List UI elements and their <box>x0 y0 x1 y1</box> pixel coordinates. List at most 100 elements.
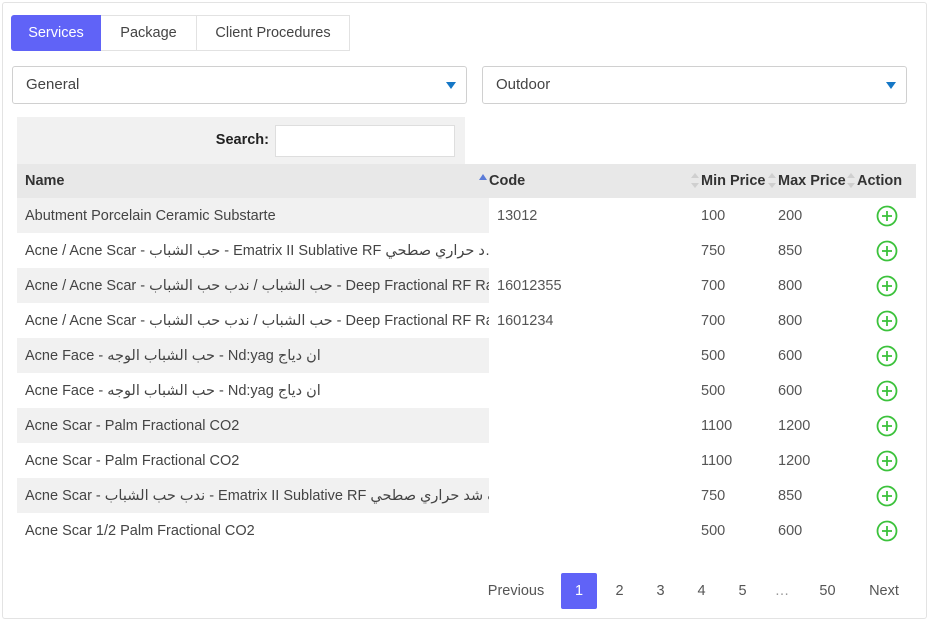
service-max-price: 850 <box>778 487 803 504</box>
table-row: Acne / Acne Scar - حب الشباب / ندب حب ال… <box>17 303 916 338</box>
service-max-price: 200 <box>778 207 803 224</box>
action-cell <box>857 198 916 233</box>
action-cell <box>857 478 916 513</box>
add-service-plus-circle-icon[interactable] <box>876 310 898 332</box>
sort-icon <box>768 173 776 189</box>
service-max-price: 600 <box>778 382 803 399</box>
add-service-plus-circle-icon[interactable] <box>876 345 898 367</box>
service-code <box>489 233 701 268</box>
add-service-plus-circle-icon[interactable] <box>876 380 898 402</box>
add-service-plus-circle-icon[interactable] <box>876 520 898 542</box>
table-header-row: Name Code Min Price Max Price Action <box>17 164 916 198</box>
page-4[interactable]: 4 <box>681 573 722 609</box>
service-min-price: 1100 <box>701 452 733 469</box>
table-row: Abutment Porcelain Ceramic Substarte 1301… <box>17 198 916 233</box>
service-min-price: 100 <box>701 207 726 224</box>
pagination-next[interactable]: Next <box>854 573 914 609</box>
column-header-min-price-label: Min Price <box>701 173 766 189</box>
add-service-plus-circle-icon[interactable] <box>876 485 898 507</box>
tab-services[interactable]: Services <box>11 15 101 51</box>
search-label: Search: <box>215 132 269 148</box>
service-max-price: 600 <box>778 522 803 539</box>
action-cell <box>857 303 916 338</box>
service-name: Acne Face - حب الشباب الوجه - Nd:yag ان … <box>17 338 489 373</box>
tab-bar: Services Package Client Procedures <box>11 15 350 51</box>
service-code: 1601234 <box>497 312 554 329</box>
column-header-max-price[interactable]: Max Price <box>778 164 857 198</box>
service-name: Acne / Acne Scar - حب الشباب / ندب حب ال… <box>17 268 489 303</box>
service-min-price: 700 <box>701 312 726 329</box>
action-cell <box>857 513 916 548</box>
service-name: Acne Face - حب الشباب الوجه - Nd:yag ان … <box>17 373 489 408</box>
service-min-price: 750 <box>701 487 726 504</box>
service-max-price: 1200 <box>778 452 811 469</box>
service-name: Acne Scar - Palm Fractional CO2 <box>17 408 489 443</box>
column-header-action: Action <box>857 164 916 198</box>
column-header-max-price-label: Max Price <box>778 173 846 189</box>
table-row: Acne Face - حب الشباب الوجه - Nd:yag ان … <box>17 373 916 408</box>
services-table: Name Code Min Price Max Price Action Abu… <box>17 164 916 548</box>
service-min-price: 500 <box>701 347 726 364</box>
service-max-price: 600 <box>778 347 803 364</box>
category-select-value: General <box>26 76 80 93</box>
action-cell <box>857 408 916 443</box>
action-cell <box>857 373 916 408</box>
service-code <box>489 443 701 478</box>
service-max-price: 800 <box>778 277 803 294</box>
service-max-price: 850 <box>778 242 803 259</box>
chevron-down-icon <box>446 82 456 89</box>
sort-ascending-icon <box>479 174 487 180</box>
service-code: 16012355 <box>497 277 562 294</box>
page-3[interactable]: 3 <box>640 573 681 609</box>
service-min-price: 500 <box>701 522 726 539</box>
service-name: Acne Scar - ندب حب الشباب - Ematrix II S… <box>17 478 489 513</box>
add-service-plus-circle-icon[interactable] <box>876 415 898 437</box>
search-bar: Search: <box>17 117 465 164</box>
page-50[interactable]: 50 <box>801 573 854 609</box>
add-service-plus-circle-icon[interactable] <box>876 205 898 227</box>
service-min-price: 500 <box>701 382 726 399</box>
pagination-previous[interactable]: Previous <box>475 573 557 609</box>
action-cell <box>857 268 916 303</box>
column-header-code[interactable]: Code <box>489 164 701 198</box>
service-name: Abutment Porcelain Ceramic Substarte <box>17 198 489 233</box>
tab-package[interactable]: Package <box>101 15 197 51</box>
service-min-price: 700 <box>701 277 726 294</box>
table-body: Abutment Porcelain Ceramic Substarte 1301… <box>17 198 916 548</box>
service-max-price: 1200 <box>778 417 811 434</box>
service-name: Acne / Acne Scar - حب الشباب / ندب حب ال… <box>17 303 489 338</box>
service-code <box>489 408 701 443</box>
service-min-price: 750 <box>701 242 726 259</box>
sort-icon <box>847 173 855 189</box>
visit-type-select[interactable]: Outdoor <box>482 66 907 104</box>
table-row: Acne / Acne Scar - حب الشباب - Ematrix I… <box>17 233 916 268</box>
action-cell <box>857 338 916 373</box>
search-input[interactable] <box>275 125 455 157</box>
service-code <box>489 478 701 513</box>
column-header-name[interactable]: Name <box>17 164 489 198</box>
service-name: Acne Scar 1/2 Palm Fractional CO2 <box>17 513 489 548</box>
page-2[interactable]: 2 <box>599 573 640 609</box>
tab-client-procedures[interactable]: Client Procedures <box>197 15 350 51</box>
add-service-plus-circle-icon[interactable] <box>876 450 898 472</box>
column-header-code-label: Code <box>489 173 526 189</box>
add-service-plus-circle-icon[interactable] <box>876 275 898 297</box>
category-select[interactable]: General <box>12 66 467 104</box>
service-max-price: 800 <box>778 312 803 329</box>
table-row: Acne Face - حب الشباب الوجه - Nd:yag ان … <box>17 338 916 373</box>
action-cell <box>857 443 916 478</box>
add-service-plus-circle-icon[interactable] <box>876 240 898 262</box>
table-row: Acne / Acne Scar - حب الشباب / ندب حب ال… <box>17 268 916 303</box>
column-header-min-price[interactable]: Min Price <box>701 164 778 198</box>
service-code <box>489 373 701 408</box>
table-row: Acne Scar 1/2 Palm Fractional CO2 500 600 <box>17 513 916 548</box>
service-code <box>489 513 701 548</box>
service-code: 13012 <box>497 207 538 224</box>
chevron-down-icon <box>886 82 896 89</box>
service-min-price: 1100 <box>701 417 733 434</box>
page-5[interactable]: 5 <box>722 573 763 609</box>
table-row: Acne Scar - Palm Fractional CO2 1100 1200 <box>17 443 916 478</box>
visit-type-select-value: Outdoor <box>496 76 551 93</box>
table-row: Acne Scar - ندب حب الشباب - Ematrix II S… <box>17 478 916 513</box>
page-1[interactable]: 1 <box>561 573 597 609</box>
